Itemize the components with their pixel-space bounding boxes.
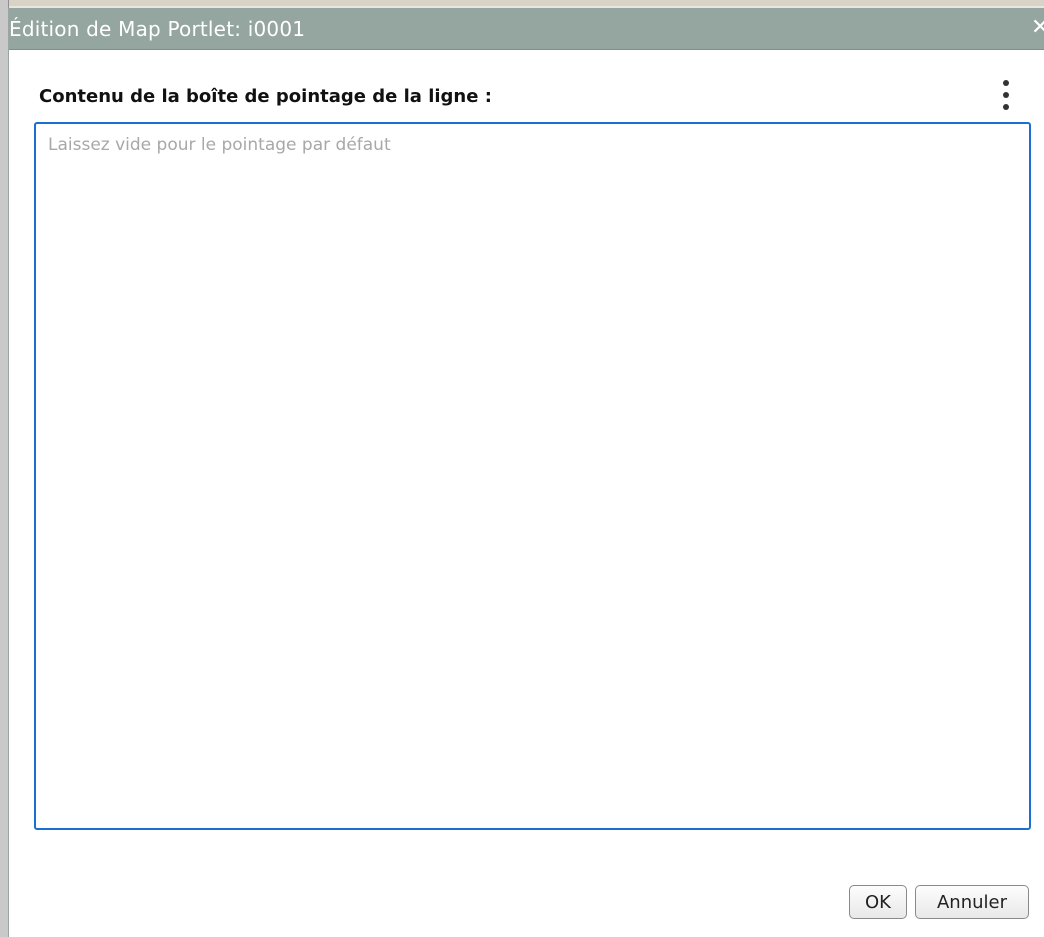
kebab-menu-icon[interactable] [997, 78, 1015, 114]
background-strip [0, 0, 1044, 6]
kebab-dot [1003, 104, 1009, 110]
dialog-title: Édition de Map Portlet: i0001 [9, 17, 306, 41]
cancel-button[interactable]: Annuler [915, 885, 1029, 919]
ok-button[interactable]: OK [849, 885, 907, 919]
kebab-dot [1003, 92, 1009, 98]
field-label: Contenu de la boîte de pointage de la li… [39, 86, 492, 107]
tooltip-content-textarea[interactable] [34, 122, 1031, 830]
tooltip-content-wrapper [34, 122, 1031, 830]
kebab-dot [1003, 80, 1009, 86]
close-icon[interactable]: ✕ [1031, 16, 1044, 40]
dialog-titlebar[interactable]: Édition de Map Portlet: i0001 ✕ [9, 8, 1044, 50]
edit-dialog: Édition de Map Portlet: i0001 ✕ Contenu … [8, 8, 1044, 937]
